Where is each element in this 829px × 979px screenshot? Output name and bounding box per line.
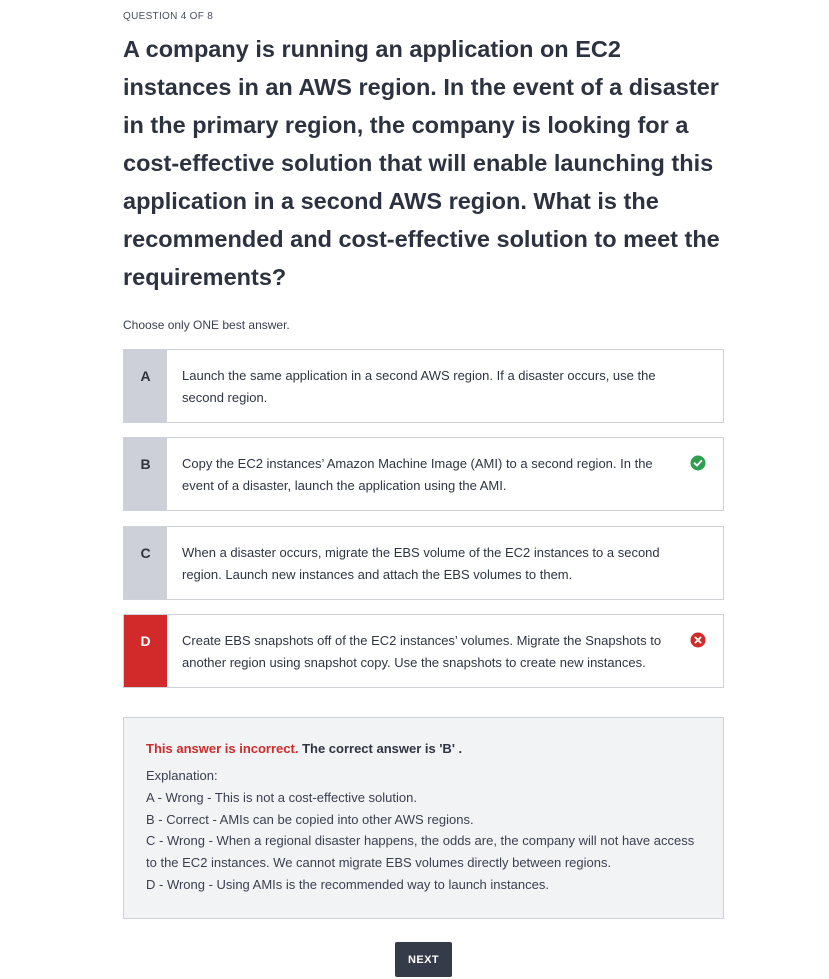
option-letter: C: [124, 527, 167, 599]
explanation-line: B - Correct - AMIs can be copied into ot…: [146, 811, 474, 827]
option-text: Launch the same application in a second …: [182, 368, 656, 405]
option-text: Create EBS snapshots off of the EC2 inst…: [182, 633, 662, 670]
option-d[interactable]: D Create EBS snapshots off of the EC2 in…: [123, 614, 724, 688]
option-letter: D: [124, 615, 167, 687]
option-text: Copy the EC2 instances’ Amazon Machine I…: [182, 456, 653, 493]
question-text: A company is running an application on E…: [123, 36, 720, 290]
explanation-line: C - Wrong - When a regional disaster hap…: [146, 833, 698, 871]
answer-verdict: This answer is incorrect. The correct an…: [146, 741, 701, 756]
option-c[interactable]: C When a disaster occurs, migrate the EB…: [123, 526, 724, 600]
option-b[interactable]: B Copy the EC2 instances’ Amazon Machine…: [123, 437, 724, 511]
explanation-line: D - Wrong - Using AMIs is the recommende…: [146, 876, 549, 892]
option-letter: A: [124, 350, 167, 422]
quiz-page: QUESTION 4 OF 8 A company is running an …: [0, 0, 829, 979]
answer-feedback-panel: This answer is incorrect. The correct an…: [123, 717, 724, 919]
option-letter: B: [124, 438, 167, 510]
incorrect-label: This answer is incorrect.: [146, 741, 299, 756]
x-circle-icon: [690, 632, 706, 648]
answer-instruction: Choose only ONE best answer.: [123, 318, 290, 332]
check-circle-icon: [690, 455, 706, 471]
explanation-line: A - Wrong - This is not a cost-effective…: [146, 789, 417, 805]
question-counter: QUESTION 4 OF 8: [123, 11, 214, 22]
explanation-title: Explanation:: [146, 768, 218, 783]
correct-answer-text: The correct answer is 'B' .: [298, 741, 463, 756]
option-a[interactable]: A Launch the same application in a secon…: [123, 349, 724, 423]
next-button[interactable]: NEXT: [395, 942, 452, 977]
option-text: When a disaster occurs, migrate the EBS …: [182, 545, 660, 582]
